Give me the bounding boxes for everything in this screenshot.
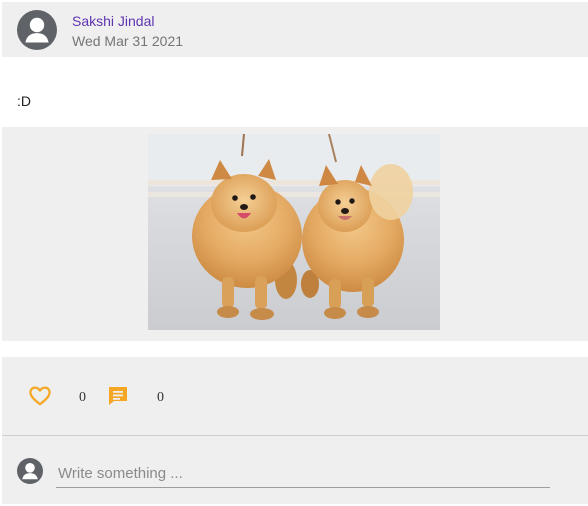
post-date: Wed Mar 31 2021 (72, 33, 184, 49)
post-actions: 0 0 (2, 357, 588, 435)
heart-outline-icon[interactable] (28, 384, 52, 408)
dogs-photo-icon (148, 134, 440, 330)
user-avatar-icon (17, 10, 57, 50)
post-image[interactable] (148, 134, 440, 330)
like-count: 0 (79, 390, 86, 405)
post-separator (2, 341, 588, 357)
comment-count: 0 (157, 390, 164, 405)
comment-input-underline (56, 487, 550, 488)
post-text: :D (17, 93, 31, 109)
post-media (2, 127, 588, 341)
comment-icon[interactable] (106, 384, 130, 408)
post-card: Sakshi Jindal Wed Mar 31 2021 :D 0 0 Wri… (0, 0, 588, 506)
post-header: Sakshi Jindal Wed Mar 31 2021 (2, 2, 588, 57)
comment-input[interactable] (56, 460, 550, 486)
user-avatar-icon (17, 458, 43, 484)
post-text-panel: :D (2, 57, 588, 126)
comment-composer (2, 436, 588, 504)
author-name[interactable]: Sakshi Jindal (72, 13, 155, 29)
